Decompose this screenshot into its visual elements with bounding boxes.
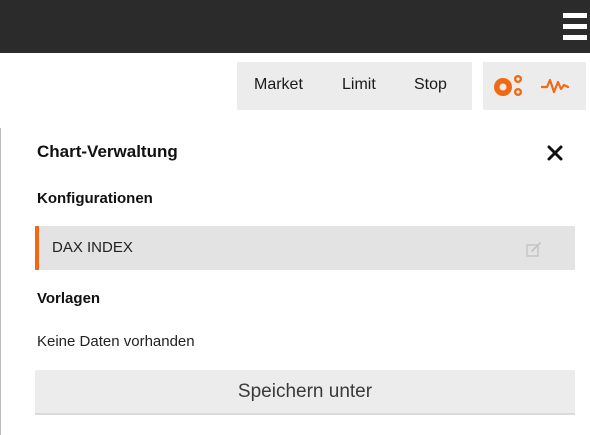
templates-heading: Vorlagen — [37, 290, 101, 307]
top-bar — [0, 0, 590, 53]
order-type-bar: Market Limit Stop — [237, 62, 472, 110]
stop-order-button[interactable]: Stop — [414, 76, 447, 94]
hamburger-line — [563, 35, 587, 40]
close-icon[interactable] — [546, 144, 564, 162]
hamburger-line — [563, 13, 587, 18]
hamburger-line — [563, 24, 587, 29]
market-order-button[interactable]: Market — [254, 76, 303, 94]
templates-empty-text: Keine Daten vorhanden — [37, 333, 195, 350]
limit-order-button[interactable]: Limit — [342, 76, 376, 94]
chart-tools-bar — [483, 62, 586, 110]
configuration-item-label: DAX INDEX — [52, 239, 133, 256]
configuration-item[interactable]: DAX INDEX — [35, 226, 575, 270]
panel-title: Chart-Verwaltung — [37, 142, 178, 161]
save-as-label: Speichern unter — [237, 380, 373, 402]
configurations-heading: Konfigurationen — [37, 190, 153, 207]
pulse-chart-icon[interactable] — [541, 75, 569, 97]
circles-icon[interactable] — [493, 73, 525, 99]
panel-left-border — [0, 128, 1, 435]
edit-icon[interactable] — [525, 241, 543, 259]
save-as-button[interactable]: Speichern unter — [35, 370, 575, 415]
selected-accent-bar — [35, 226, 39, 270]
hamburger-menu-icon[interactable] — [563, 13, 587, 41]
